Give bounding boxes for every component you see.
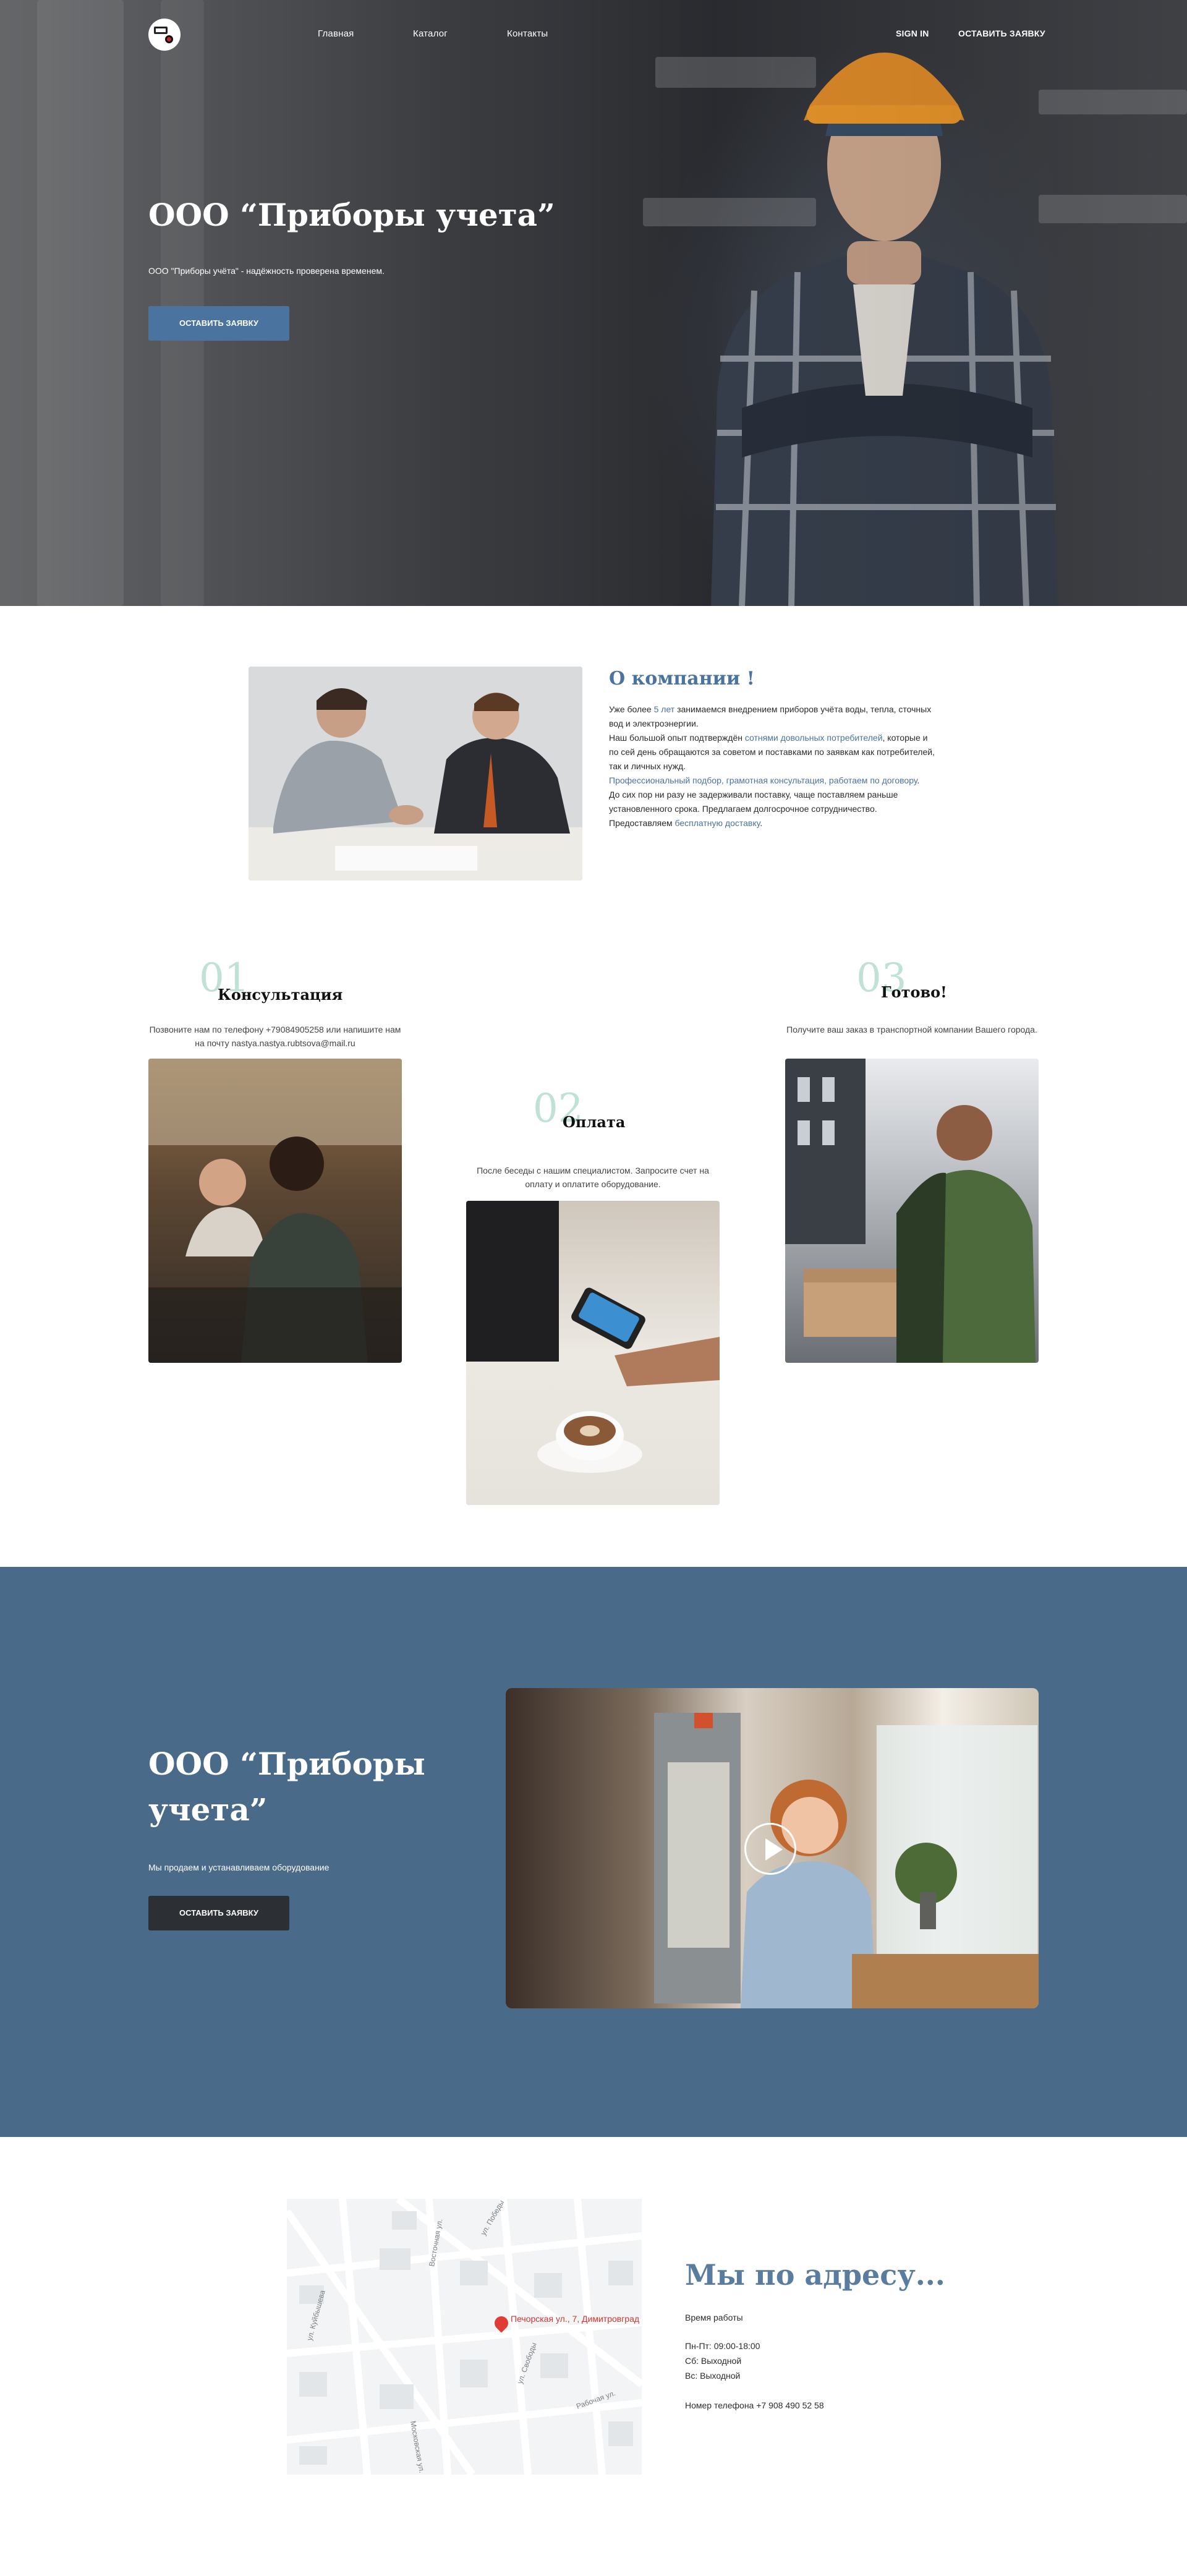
hero-subtitle: ООО "Приборы учёта" - надёжность провере… [148,266,385,276]
delivery-photo [785,1059,1039,1363]
step-title: Готово! [881,983,947,1001]
about-paragraph: Предоставляем бесплатную доставку. [609,818,763,828]
map-pin-label: Печорская ул., 7, Димитровград [511,2314,640,2324]
step-title: Оплата [563,1113,626,1131]
about-paragraph: Уже более 5 лет занимаемся внедрением пр… [609,704,932,728]
nav-link-contacts[interactable]: Контакты [507,28,548,39]
payment-photo [466,1201,720,1505]
step-description: Позвоните нам по телефону +79084905258 и… [149,1025,401,1048]
about-title: О компании ! [609,668,755,689]
step-title: Консультация [218,986,343,1004]
hours-sunday: Вс: Выходной [685,2371,741,2381]
hero-request-button[interactable]: ОСТАВИТЬ ЗАЯВКУ [148,306,289,341]
meter-icon [154,27,168,34]
sign-in-link[interactable]: SIGN IN [896,28,929,38]
map-widget[interactable]: ул. Победы Восточная ул. ул. Свободы ул.… [287,2199,642,2475]
step-description: После беседы с нашим специалистом. Запро… [477,1166,709,1189]
hours-label: Время работы [685,2313,743,2322]
consultation-photo [148,1059,402,1363]
nav-request-button[interactable]: ОСТАВИТЬ ЗАЯВКУ [958,28,1045,38]
play-icon[interactable] [744,1823,796,1875]
nav-link-catalog[interactable]: Каталог [413,28,448,39]
hero-overlay [0,0,1187,606]
logo-dot-icon [165,35,173,43]
about-paragraph: До сих пор ни разу не задерживали постав… [609,790,898,814]
about-text: Уже более 5 лет занимаемся внедрением пр… [609,702,937,830]
promo-request-button[interactable]: ОСТАВИТЬ ЗАЯВКУ [148,1896,289,1930]
about-paragraph: Наш большой опыт подтверждён сотнями дов… [609,733,935,771]
hours-weekdays: Пн-Пт: 09:00-18:00 [685,2341,760,2351]
nav-link-home[interactable]: Главная [318,28,354,39]
hero-title: ООО “Приборы учета” [148,197,555,233]
hero-section: Главная Каталог Контакты SIGN IN ОСТАВИТ… [0,0,1187,606]
promo-title: ООО “Приборы учета” [148,1746,425,1828]
top-nav: Главная Каталог Контакты SIGN IN ОСТАВИТ… [0,0,1187,68]
video-player[interactable] [506,1688,1039,2008]
company-logo[interactable] [148,19,181,51]
address-title: Мы по адресу... [685,2258,945,2292]
hours-saturday: Сб: Выходной [685,2356,742,2366]
promo-subtitle: Мы продаем и устанавливаем оборудование [148,1862,330,1872]
step-description: Получите ваш заказ в транспортной компан… [786,1025,1037,1034]
phone-number: Номер телефона +7 908 490 52 58 [685,2400,824,2410]
about-paragraph: Профессиональный подбор, грамотная консу… [609,775,920,785]
handshake-photo [249,667,582,881]
